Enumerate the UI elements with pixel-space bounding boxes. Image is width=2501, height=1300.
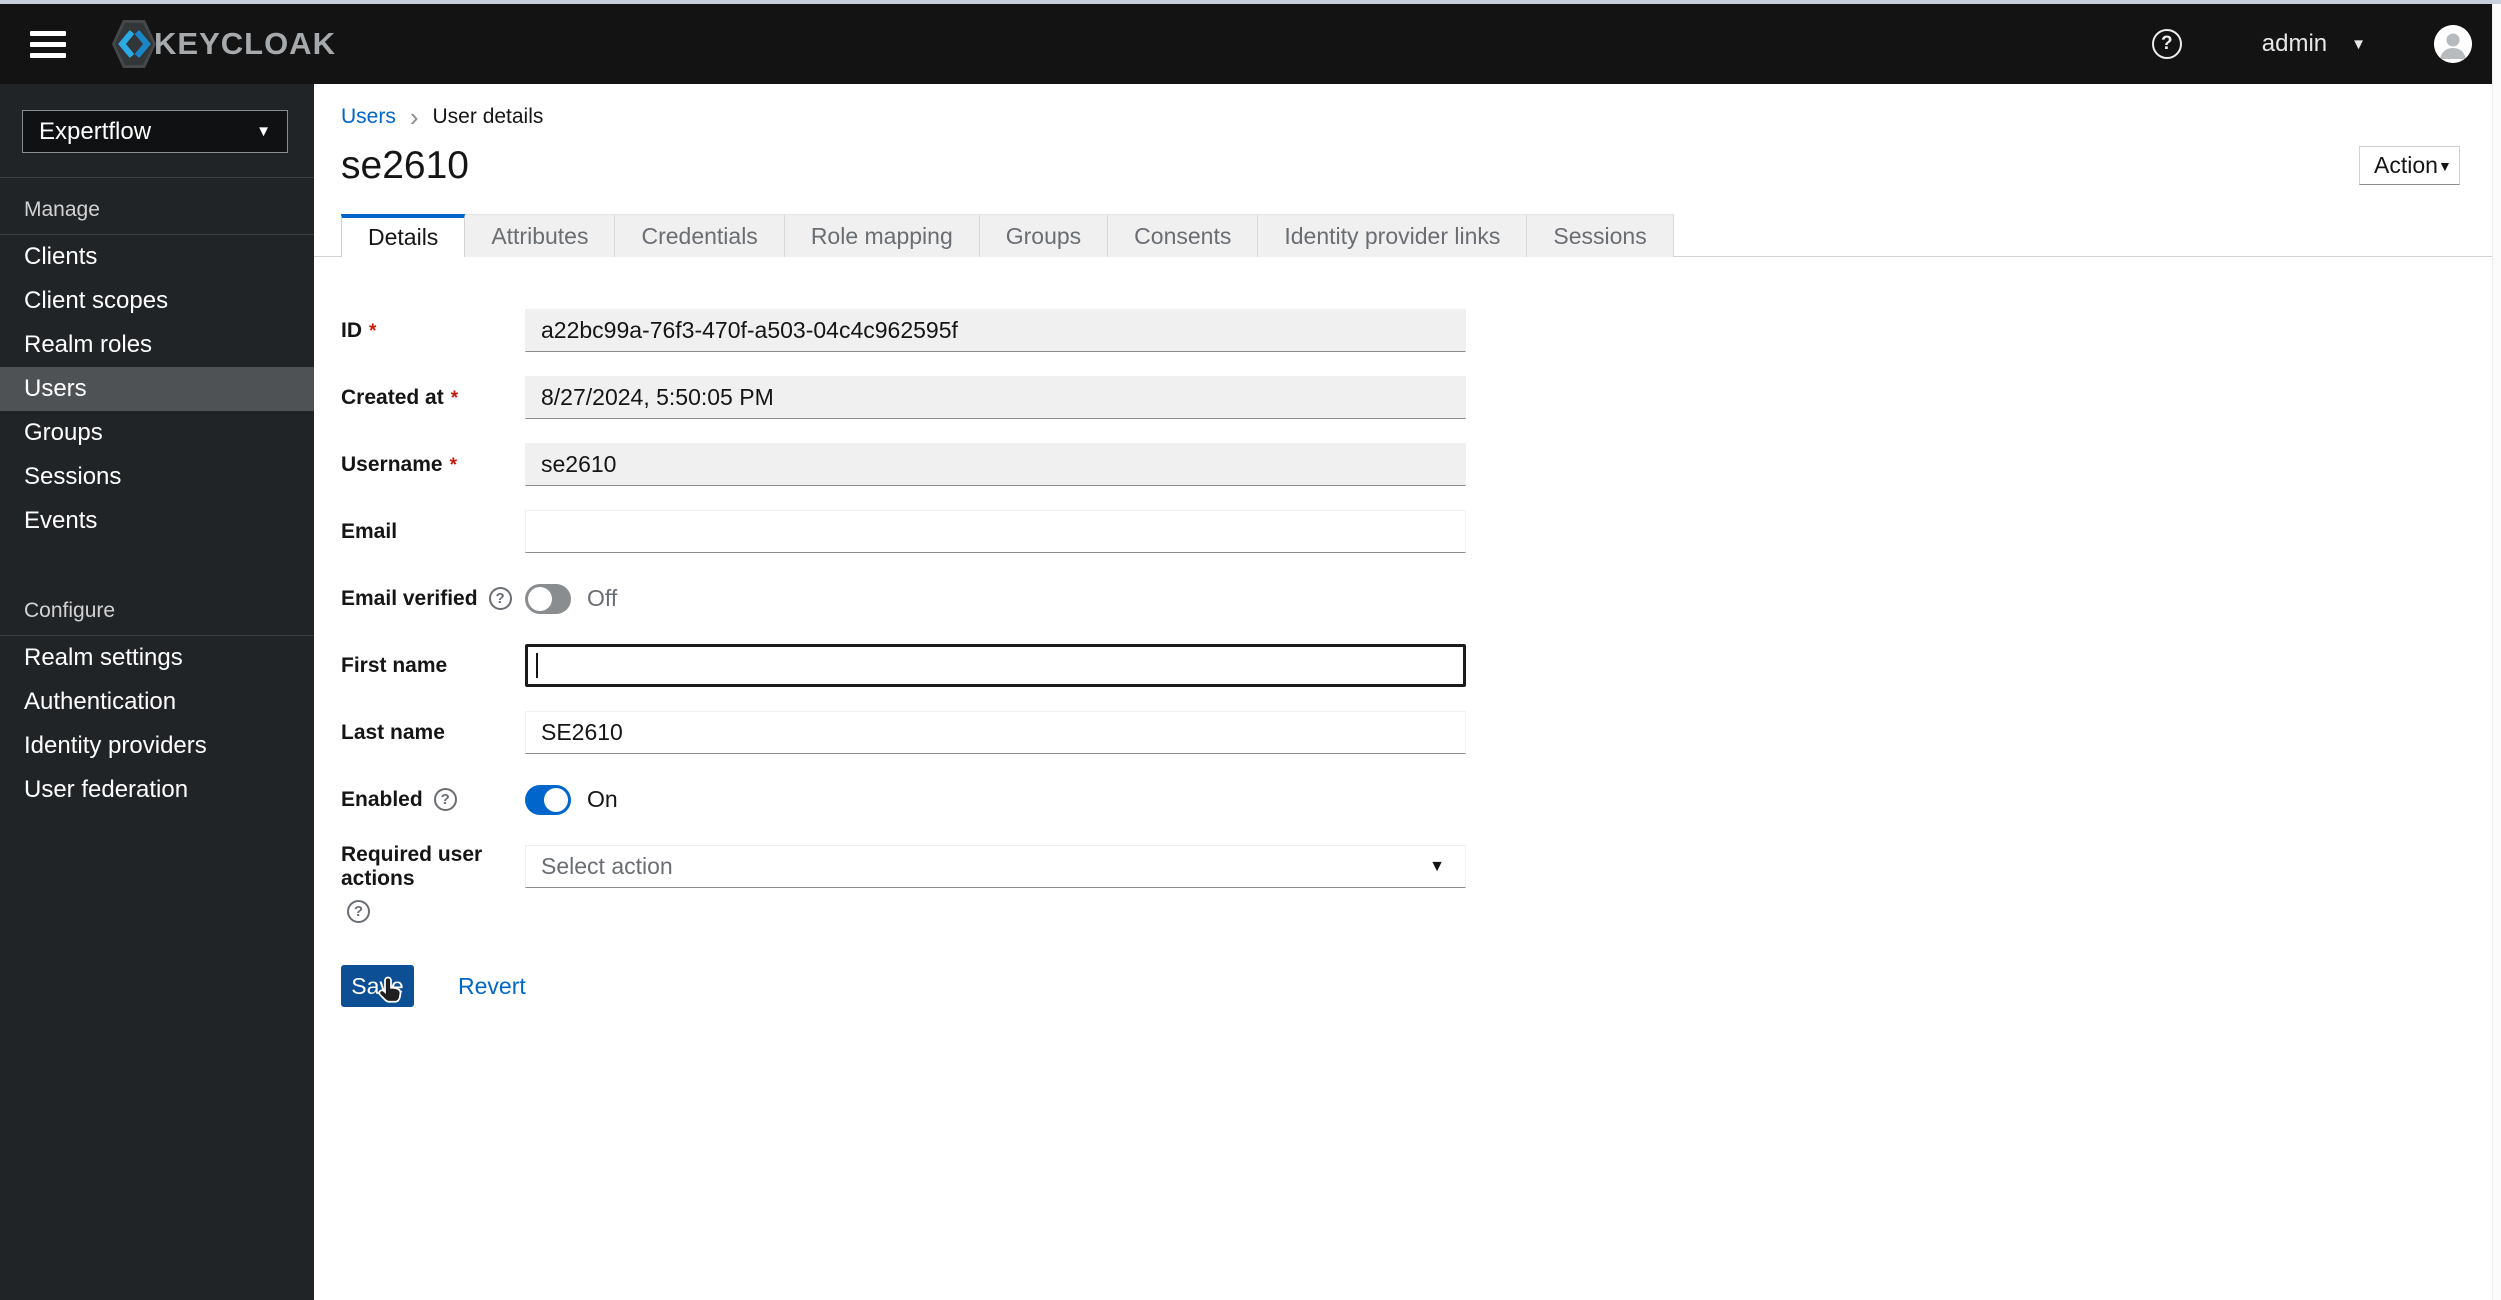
sidebar-item-identity-providers[interactable]: Identity providers	[0, 724, 314, 768]
last-name-field[interactable]	[525, 711, 1466, 754]
realm-selector-dropdown[interactable]: Expertflow ▼	[22, 110, 288, 153]
id-field[interactable]	[525, 309, 1466, 352]
tab-role-mapping[interactable]: Role mapping	[784, 214, 980, 257]
masthead: KEYCLOAK ? admin ▼	[0, 4, 2492, 84]
field-row-id: ID *	[341, 309, 2492, 352]
realm-name: Expertflow	[39, 117, 152, 145]
action-label: Action	[2374, 152, 2438, 178]
avatar[interactable]	[2434, 25, 2472, 63]
field-row-created-at: Created at *	[341, 376, 2492, 419]
scrollbar[interactable]	[2492, 4, 2501, 1300]
required-marker: *	[450, 387, 459, 409]
required-user-actions-select[interactable]: Select action ▼	[525, 845, 1466, 888]
tab-attributes[interactable]: Attributes	[465, 214, 616, 257]
email-label: Email	[341, 519, 398, 543]
keycloak-hexagon-icon	[108, 16, 160, 72]
field-row-first-name: First name	[341, 644, 2492, 687]
tab-groups[interactable]: Groups	[979, 214, 1109, 257]
action-dropdown-button[interactable]: Action ▼	[2359, 146, 2460, 185]
revert-link[interactable]: Revert	[458, 973, 526, 1000]
sidebar-item-groups[interactable]: Groups	[0, 411, 314, 455]
chevron-right-icon: ›	[409, 102, 419, 132]
sidebar-item-authentication[interactable]: Authentication	[0, 680, 314, 724]
first-name-field[interactable]	[525, 644, 1466, 687]
required-marker: *	[369, 320, 377, 342]
chevron-down-icon: ▼	[256, 123, 271, 140]
enabled-state: On	[587, 786, 618, 812]
select-placeholder: Select action	[541, 853, 673, 879]
email-verified-label: Email verified	[341, 586, 478, 610]
sidebar-item-client-scopes[interactable]: Client scopes	[0, 279, 314, 323]
sidebar-nav: Expertflow ▼ Manage Clients Client scope…	[0, 84, 314, 1300]
username-field[interactable]	[525, 443, 1466, 486]
nav-toggle-hamburger-icon[interactable]	[30, 30, 66, 58]
field-row-required-user-actions: Required user actions ? Select action ▼	[341, 842, 2492, 923]
username-label: Username	[341, 452, 443, 476]
enabled-toggle[interactable]	[525, 784, 571, 815]
chevron-down-icon: ▼	[2437, 157, 2452, 174]
help-icon[interactable]: ?	[347, 900, 370, 923]
field-row-last-name: Last name	[341, 711, 2492, 754]
sidebar-item-realm-settings[interactable]: Realm settings	[0, 636, 314, 680]
field-row-enabled: Enabled ? On	[341, 778, 2492, 821]
help-icon[interactable]: ?	[433, 788, 457, 811]
masthead-right: ? admin ▼	[2151, 25, 2472, 63]
required-marker: *	[449, 454, 457, 476]
last-name-label: Last name	[341, 720, 445, 744]
sidebar-item-events[interactable]: Events	[0, 499, 314, 543]
tab-credentials[interactable]: Credentials	[615, 214, 785, 257]
sidebar-item-sessions[interactable]: Sessions	[0, 455, 314, 499]
browser-top-edge	[0, 0, 2501, 4]
breadcrumb-users-link[interactable]: Users	[341, 105, 396, 129]
save-button[interactable]: Save	[341, 965, 414, 1007]
chevron-down-icon: ▼	[2351, 35, 2366, 53]
sidebar-item-user-federation[interactable]: User federation	[0, 768, 314, 812]
id-label: ID	[341, 318, 362, 342]
sidebar-item-users[interactable]: Users	[0, 367, 314, 411]
help-icon[interactable]: ?	[488, 587, 512, 610]
page-title: se2610	[341, 144, 469, 187]
keycloak-admin-console: KEYCLOAK ? admin ▼ Expertflow ▼ Manage C…	[0, 0, 2501, 1300]
user-name: admin	[2261, 30, 2328, 57]
field-row-username: Username *	[341, 443, 2492, 486]
field-row-email-verified: Email verified ? Off	[341, 577, 2492, 620]
sidebar-item-realm-roles[interactable]: Realm roles	[0, 323, 314, 367]
main-content: Users › User details se2610 Action ▼ Det…	[314, 84, 2492, 1300]
required-user-actions-label: Required user actions	[341, 842, 483, 890]
created-at-label: Created at	[341, 385, 444, 409]
breadcrumb-current: User details	[432, 105, 544, 128]
caret-down-icon: ▼	[1429, 857, 1445, 875]
email-verified-toggle[interactable]	[525, 583, 571, 614]
nav-section-configure: Configure	[24, 599, 116, 622]
text-caret	[536, 653, 538, 678]
enabled-label: Enabled	[341, 787, 423, 811]
user-menu-dropdown[interactable]: admin ▼	[2262, 30, 2366, 58]
tab-identity-provider-links[interactable]: Identity provider links	[1258, 214, 1528, 257]
brand-text: KEYCLOAK	[154, 26, 336, 61]
form-actions: Save Revert	[341, 965, 2492, 1007]
tab-bar: Details Attributes Credentials Role mapp…	[314, 214, 2492, 257]
field-row-email: Email	[341, 510, 2492, 553]
keycloak-logo: KEYCLOAK	[108, 16, 336, 72]
help-icon[interactable]: ?	[2151, 29, 2182, 59]
user-details-form: ID * Created at * Username *	[341, 309, 2492, 1007]
tab-consents[interactable]: Consents	[1108, 214, 1259, 257]
sidebar-item-clients[interactable]: Clients	[0, 235, 314, 279]
created-at-field[interactable]	[525, 376, 1466, 419]
breadcrumb: Users › User details	[341, 102, 2492, 132]
email-field[interactable]	[525, 510, 1466, 553]
tab-details[interactable]: Details	[341, 214, 466, 257]
nav-section-manage: Manage	[24, 198, 100, 221]
tab-sessions[interactable]: Sessions	[1527, 214, 1674, 257]
first-name-label: First name	[341, 653, 448, 677]
email-verified-state: Off	[587, 585, 618, 611]
